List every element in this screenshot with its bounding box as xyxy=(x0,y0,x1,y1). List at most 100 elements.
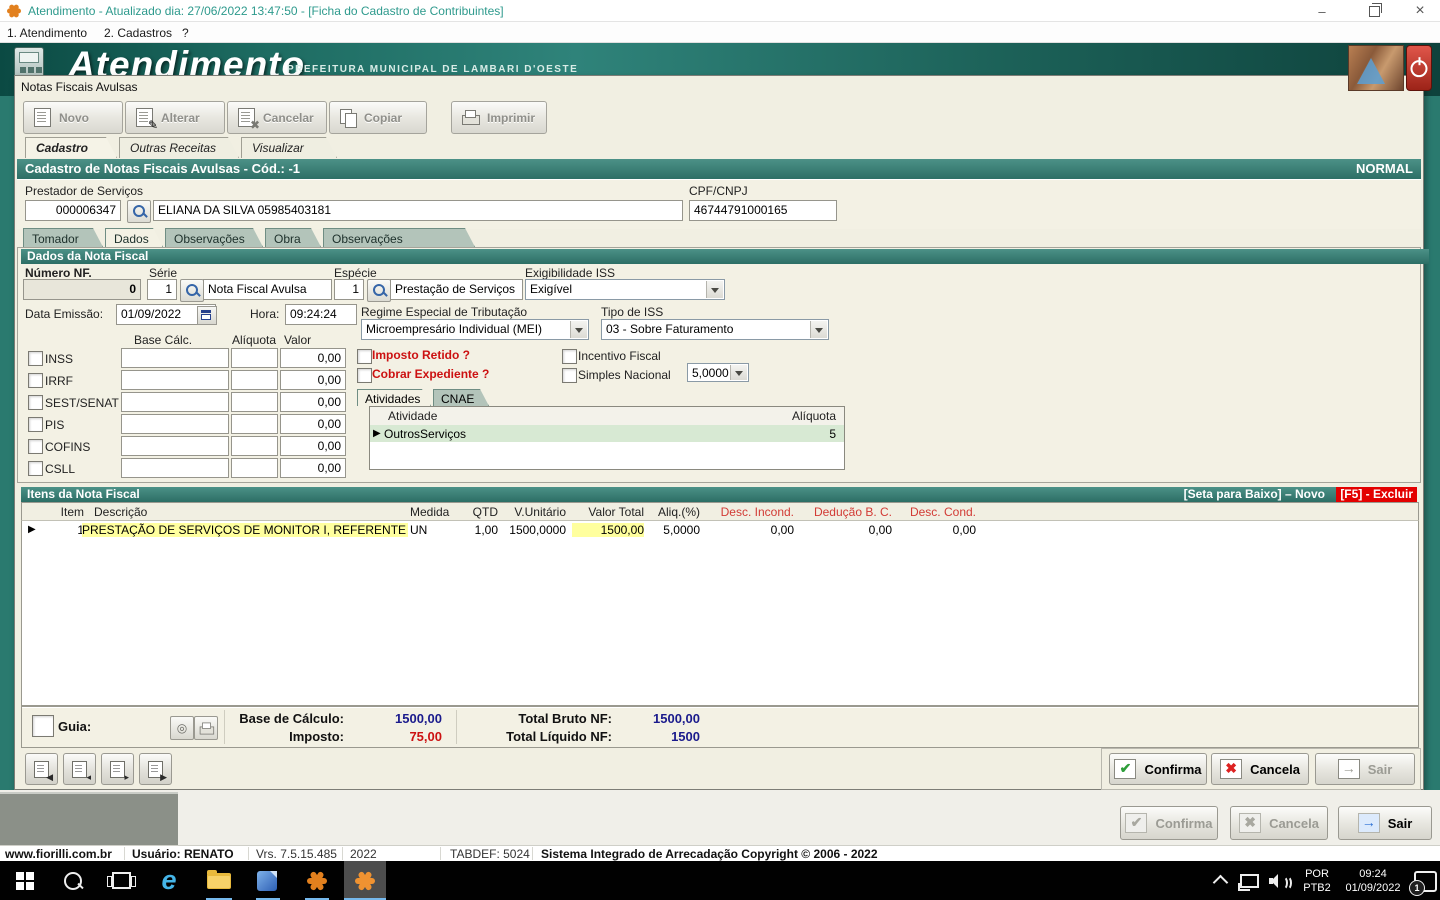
pis-base-input[interactable] xyxy=(121,414,229,434)
tab-tomador[interactable]: Tomador xyxy=(23,228,103,247)
tab-visualizar[interactable]: Visualizar xyxy=(241,137,337,158)
task-view-button[interactable] xyxy=(100,861,142,900)
menu-help[interactable]: ? xyxy=(182,26,189,40)
hora-input[interactable]: 09:24:24 xyxy=(285,304,357,325)
especie-search-button[interactable] xyxy=(367,279,391,302)
fiorilli-app-button[interactable] xyxy=(296,861,338,900)
sest-valor-input[interactable]: 0,00 xyxy=(280,392,346,412)
sest-base-input[interactable] xyxy=(121,392,229,412)
tab-dados[interactable]: Dados xyxy=(105,228,163,247)
guia-checkbox[interactable] xyxy=(32,715,54,737)
cell-desc-incond: 0,00 xyxy=(710,523,794,537)
regime-select[interactable]: Microempresário Individual (MEI) xyxy=(361,319,589,340)
aliquota-col-label: Alíquota xyxy=(792,409,836,423)
network-button[interactable] xyxy=(1234,861,1264,900)
cofins-valor-input[interactable]: 0,00 xyxy=(280,436,346,456)
minimize-button[interactable]: – xyxy=(1300,0,1344,22)
parent-cancela-button[interactable]: ✖Cancela xyxy=(1230,806,1328,840)
inss-valor-input[interactable]: 0,00 xyxy=(280,348,346,368)
itens-grid-body[interactable]: ▶ 1 PRESTAÇÃO DE SERVIÇOS DE MONITOR I, … xyxy=(21,521,1419,706)
nav-prev-button[interactable]: ◂ xyxy=(63,753,96,785)
cancela-button[interactable]: ✖Cancela xyxy=(1211,753,1309,785)
parent-sair-button[interactable]: →Sair xyxy=(1338,806,1432,840)
cofins-base-input[interactable] xyxy=(121,436,229,456)
guia-view-button[interactable]: ◎ xyxy=(170,716,194,740)
tab-cnae[interactable]: CNAE xyxy=(433,389,489,406)
novo-button[interactable]: Novo xyxy=(23,101,123,134)
tab-outras-receitas[interactable]: Outras Receitas xyxy=(119,137,239,158)
csll-valor-input[interactable]: 0,00 xyxy=(280,458,346,478)
especie-input[interactable]: 1 xyxy=(334,279,364,300)
status-site[interactable]: www.fiorilli.com.br xyxy=(5,847,112,861)
menu-cadastros[interactable]: 2. Cadastros xyxy=(104,26,172,40)
prestador-name-input[interactable]: ELIANA DA SILVA 05985403181 xyxy=(153,200,683,221)
tray-expand-button[interactable] xyxy=(1204,861,1236,900)
irrf-valor-input[interactable]: 0,00 xyxy=(280,370,346,390)
status-year: 2022 xyxy=(350,847,377,861)
inss-aliquota-input[interactable] xyxy=(231,348,278,368)
serie-input[interactable]: 1 xyxy=(147,279,177,300)
pis-checkbox[interactable] xyxy=(28,417,43,432)
tab-cadastro[interactable]: Cadastro xyxy=(25,137,117,158)
close-button[interactable]: × xyxy=(1398,0,1440,22)
tab-observacoes-canc[interactable]: Observações Canc./Sub. xyxy=(323,228,475,247)
tipo-iss-value: 03 - Sobre Faturamento xyxy=(606,322,733,336)
restore-button[interactable] xyxy=(1352,0,1396,22)
notification-center-button[interactable]: 1 xyxy=(1414,871,1437,892)
internet-explorer-button[interactable]: e xyxy=(148,861,190,900)
guia-print-button[interactable] xyxy=(194,716,218,740)
prestador-search-button[interactable] xyxy=(127,200,151,223)
language-indicator[interactable]: POR PTB2 xyxy=(1296,867,1338,895)
sest-aliquota-input[interactable] xyxy=(231,392,278,412)
irrf-base-input[interactable] xyxy=(121,370,229,390)
clock[interactable]: 09:24 01/09/2022 xyxy=(1338,867,1408,895)
item-row[interactable]: ▶ 1 PRESTAÇÃO DE SERVIÇOS DE MONITOR I, … xyxy=(22,521,1420,539)
taskbar-search-button[interactable] xyxy=(52,861,94,900)
tab-observacoes[interactable]: Observações xyxy=(165,228,263,247)
confirma-button[interactable]: ✔Confirma xyxy=(1109,753,1207,785)
csll-aliquota-input[interactable] xyxy=(231,458,278,478)
fiorilli-app-active-button[interactable] xyxy=(344,861,386,900)
nav-last-button[interactable]: ▶ xyxy=(139,753,172,785)
prestador-code-input[interactable]: 000006347 xyxy=(25,200,121,221)
imprimir-button[interactable]: Imprimir xyxy=(451,101,547,134)
inss-base-input[interactable] xyxy=(121,348,229,368)
cobrar-expediente-checkbox[interactable] xyxy=(357,368,372,383)
cofins-aliquota-input[interactable] xyxy=(231,436,278,456)
inss-checkbox[interactable] xyxy=(28,351,43,366)
sest-checkbox[interactable] xyxy=(28,395,43,410)
cancelar-button[interactable]: ✖Cancelar xyxy=(227,101,327,134)
pis-valor-input[interactable]: 0,00 xyxy=(280,414,346,434)
tab-atividades[interactable]: Atividades xyxy=(357,389,431,406)
alterar-button[interactable]: ✎Alterar xyxy=(125,101,225,134)
atividade-row[interactable]: ▶ OutrosServiços 5 xyxy=(370,425,844,442)
power-button[interactable] xyxy=(1406,45,1432,91)
file-explorer-button[interactable] xyxy=(198,861,240,900)
tipo-iss-select[interactable]: 03 - Sobre Faturamento xyxy=(601,319,829,340)
start-button[interactable] xyxy=(4,861,46,900)
check-icon: ✔ xyxy=(1114,759,1136,779)
menu-atendimento[interactable]: 1. Atendimento xyxy=(7,26,87,40)
nav-next-button[interactable]: ▸ xyxy=(101,753,134,785)
cofins-checkbox[interactable] xyxy=(28,439,43,454)
pis-aliquota-input[interactable] xyxy=(231,414,278,434)
csll-checkbox[interactable] xyxy=(28,461,43,476)
irrf-aliquota-input[interactable] xyxy=(231,370,278,390)
blue-app-button[interactable] xyxy=(246,861,288,900)
copiar-button[interactable]: Copiar xyxy=(329,101,427,134)
csll-base-input[interactable] xyxy=(121,458,229,478)
irrf-checkbox[interactable] xyxy=(28,373,43,388)
sair-button-disabled[interactable]: →Sair xyxy=(1315,753,1415,785)
parent-confirma-button[interactable]: ✔Confirma xyxy=(1120,806,1218,840)
imposto-retido-checkbox[interactable] xyxy=(357,349,372,364)
serie-search-button[interactable] xyxy=(180,279,204,302)
cpf-input[interactable]: 46744791000165 xyxy=(689,200,837,221)
incentivo-fiscal-checkbox[interactable] xyxy=(562,349,577,364)
simples-aliquota-select[interactable]: 5,0000 xyxy=(687,363,749,382)
simples-nacional-checkbox[interactable] xyxy=(562,368,577,383)
nav-first-button[interactable]: ◀ xyxy=(25,753,58,785)
tab-obra[interactable]: Obra xyxy=(265,228,321,247)
exigibilidade-select[interactable]: Exigível xyxy=(525,279,725,300)
calendar-icon[interactable] xyxy=(197,306,217,325)
volume-button[interactable] xyxy=(1262,861,1294,900)
